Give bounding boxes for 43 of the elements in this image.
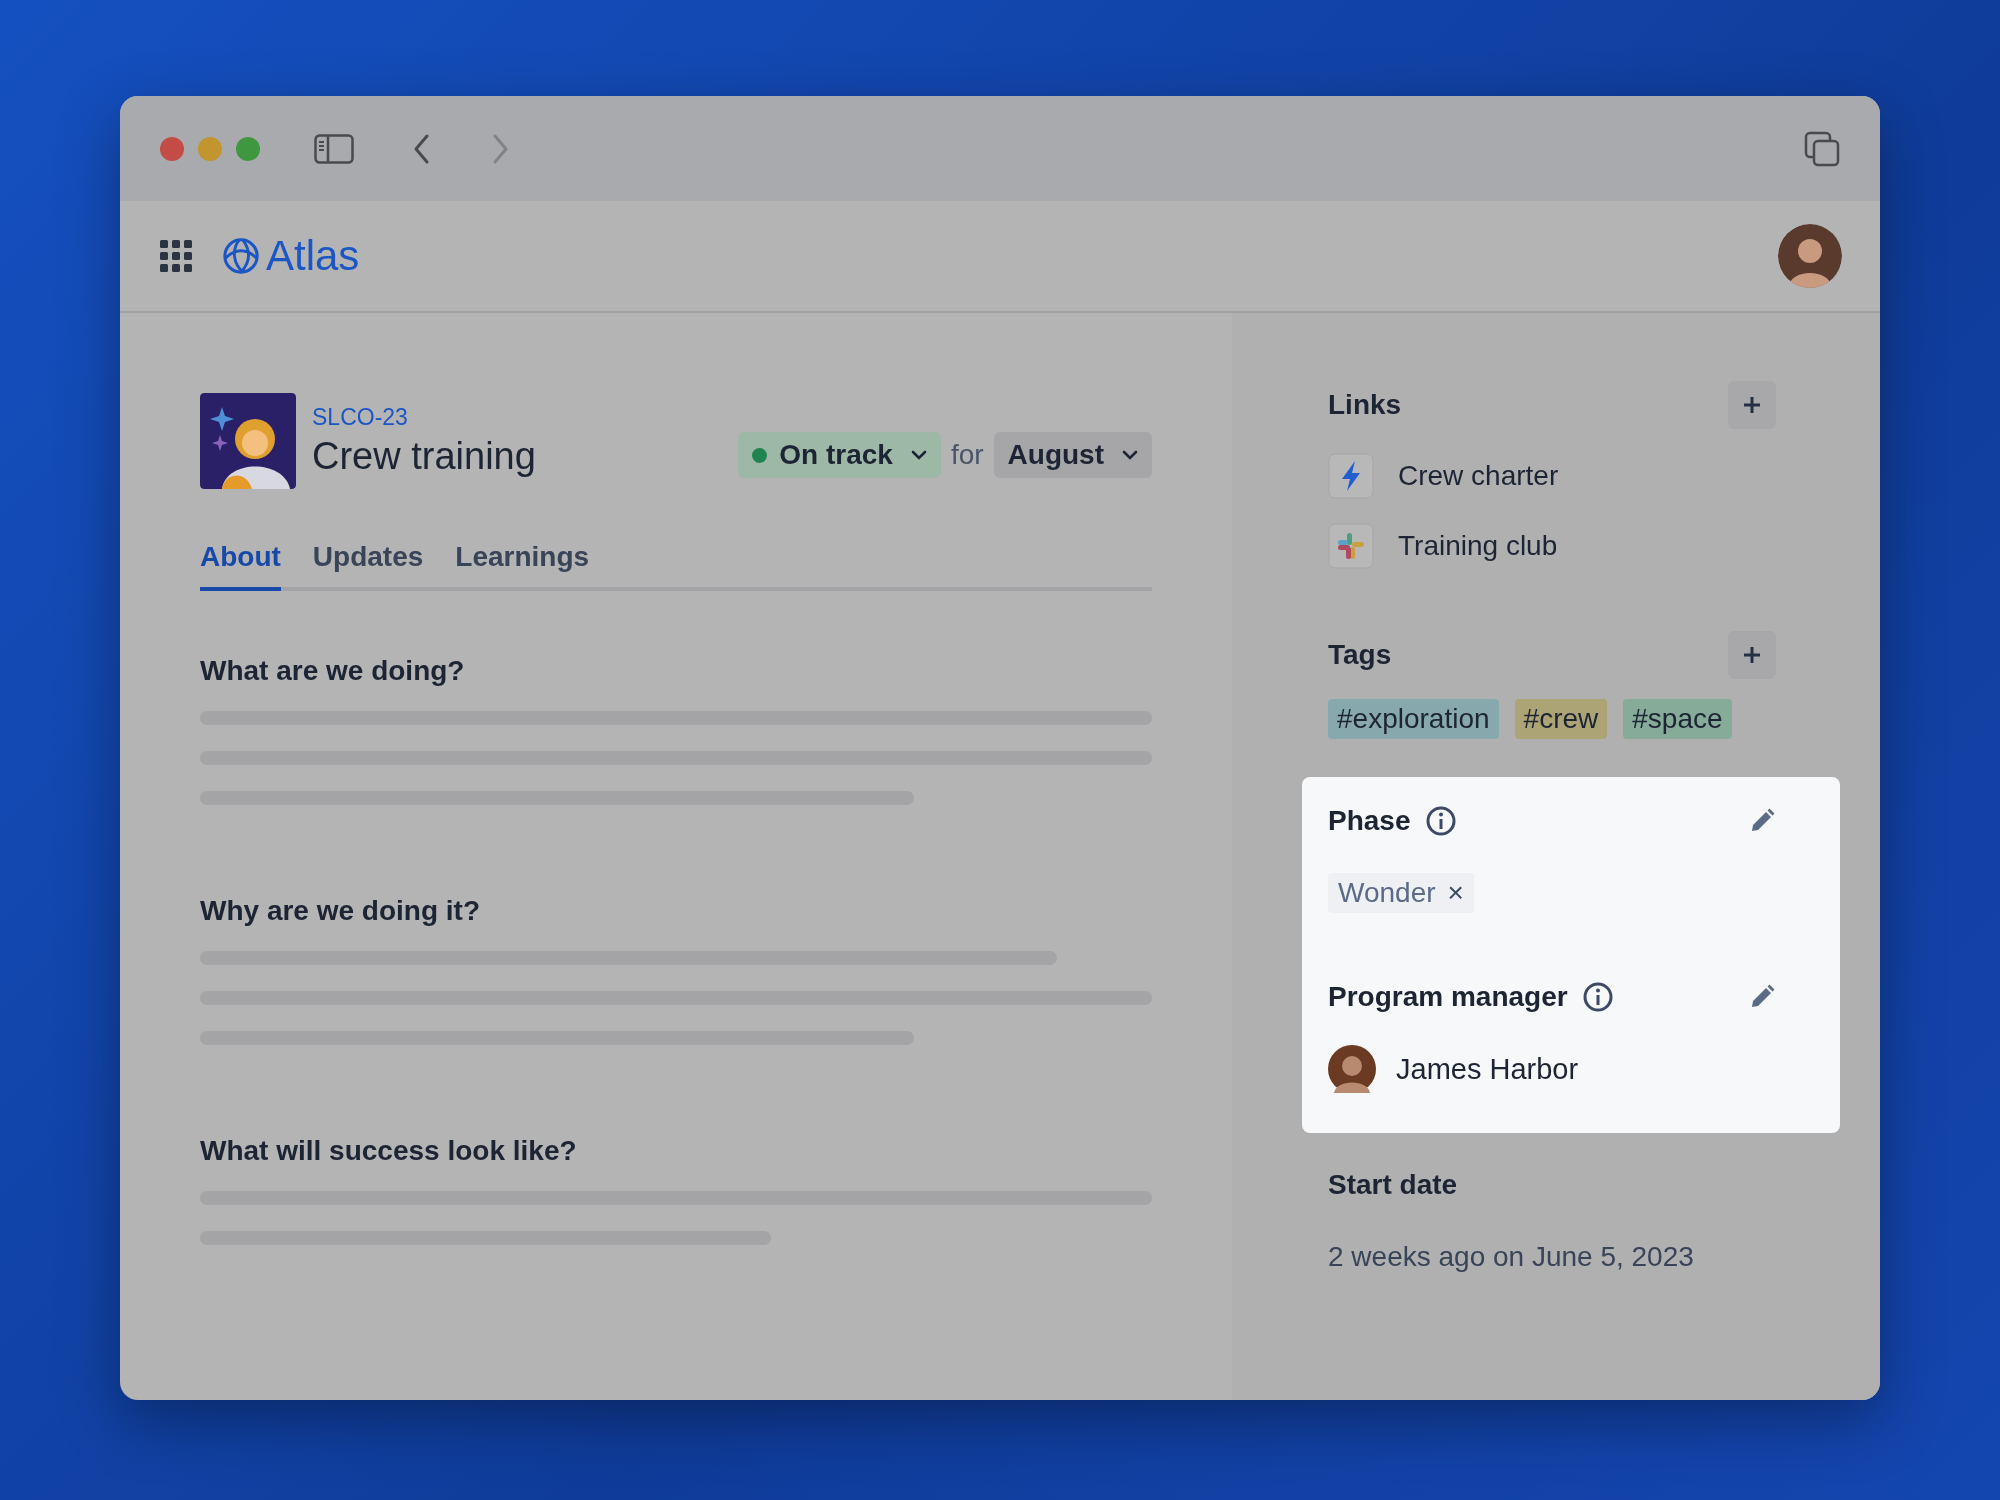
remove-button[interactable]: × xyxy=(1447,877,1464,909)
tag[interactable]: #exploration xyxy=(1328,699,1499,739)
caret-icon xyxy=(910,450,927,460)
tab[interactable]: Learnings xyxy=(455,541,590,591)
sidebar-icon[interactable] xyxy=(314,133,354,164)
section-heading: Why are we doing it? xyxy=(200,895,481,927)
start-date-label: Start date xyxy=(1328,1169,1459,1201)
app-switcher-icon[interactable] xyxy=(160,240,192,272)
person-name[interactable]: James Harbor xyxy=(1396,1052,1579,1086)
plus-icon xyxy=(1742,395,1762,415)
plus-icon xyxy=(1742,645,1762,665)
status-dropdown[interactable]: On track xyxy=(738,432,941,478)
field-label: Phase xyxy=(1328,805,1411,837)
link-title[interactable]: Training club xyxy=(1398,530,1558,562)
globe-logo-icon xyxy=(222,237,260,275)
add-tag-button[interactable] xyxy=(1728,631,1776,679)
for-label: for xyxy=(950,439,984,471)
caret-icon xyxy=(1122,450,1138,460)
tag[interactable]: #space xyxy=(1623,699,1732,739)
link-title[interactable]: Crew charter xyxy=(1398,460,1559,492)
person-avatar xyxy=(1328,1045,1376,1093)
period-dropdown[interactable]: August xyxy=(993,432,1152,478)
tab[interactable]: Updates xyxy=(312,541,424,591)
field-label: Program manager xyxy=(1328,981,1568,1013)
lightning-bolt-icon xyxy=(1328,453,1374,499)
phase-value: Wonder xyxy=(1338,877,1436,909)
section-heading: What will success look like? xyxy=(200,1135,578,1167)
hash-logo-icon xyxy=(1328,523,1374,569)
info-icon[interactable] xyxy=(1581,981,1614,1013)
links-heading: Links xyxy=(1328,389,1402,421)
add-link-button[interactable] xyxy=(1728,381,1776,429)
project-key-link[interactable]: SLCO-23 xyxy=(312,404,536,431)
tabs-overview-icon[interactable] xyxy=(1804,130,1840,167)
project-icon xyxy=(200,393,296,489)
tag[interactable]: #crew xyxy=(1514,699,1608,739)
tags-heading: Tags xyxy=(1328,639,1392,671)
user-avatar[interactable] xyxy=(1778,224,1842,288)
info-icon[interactable] xyxy=(1424,805,1457,837)
start-date-value: 2 weeks ago on June 5, 2023 xyxy=(1328,1241,1695,1273)
section-heading: What are we doing? xyxy=(200,655,466,687)
app-name[interactable]: Atlas xyxy=(266,232,360,280)
tab[interactable]: About xyxy=(200,541,281,591)
project-title: Crew training xyxy=(312,435,536,478)
